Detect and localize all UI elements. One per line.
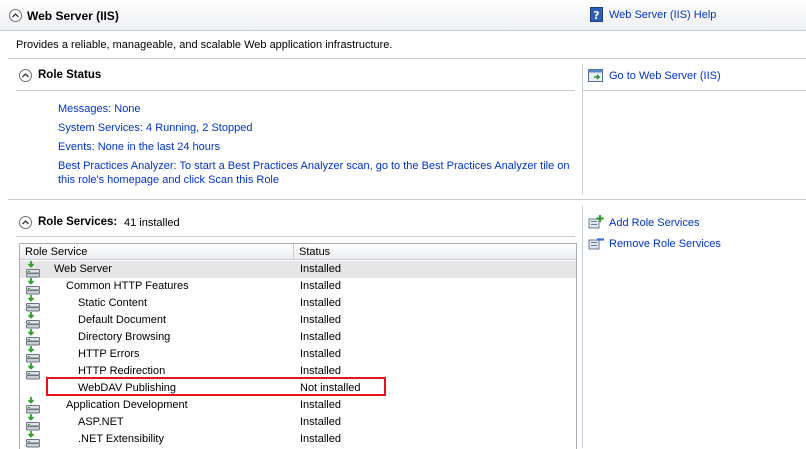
go-to-server-icon[interactable] <box>588 68 604 83</box>
installed-role-icon <box>25 363 41 380</box>
divider <box>16 90 575 91</box>
table-row[interactable]: Directory Browsing Installed <box>20 329 576 346</box>
column-header-role-service[interactable]: Role Service <box>20 244 294 260</box>
remove-role-services-link[interactable]: Remove Role Services <box>609 238 721 250</box>
installed-role-icon <box>25 346 41 363</box>
table-row[interactable]: Common HTTP Features Installed <box>20 278 576 295</box>
collapse-role-status-icon[interactable] <box>19 69 32 82</box>
role-service-status: Installed <box>300 365 341 377</box>
highlight-box <box>46 377 386 396</box>
role-status-title: Role Status <box>38 69 102 81</box>
table-row[interactable]: HTTP Errors Installed <box>20 346 576 363</box>
installed-role-icon <box>25 312 41 329</box>
divider <box>582 90 806 91</box>
add-role-services-icon[interactable] <box>588 214 605 230</box>
role-service-name: Default Document <box>78 314 167 326</box>
table-row[interactable]: Default Document Installed <box>20 312 576 329</box>
role-service-name: .NET Extensibility <box>78 433 164 445</box>
installed-role-icon <box>25 397 41 414</box>
go-to-web-server-link[interactable]: Go to Web Server (IIS) <box>609 70 721 82</box>
divider <box>16 236 575 237</box>
installed-role-icon <box>25 414 41 431</box>
remove-role-services-icon[interactable] <box>588 235 605 251</box>
svg-text:?: ? <box>593 9 599 22</box>
table-row[interactable]: ASP.NET Installed <box>20 414 576 431</box>
role-service-status: Installed <box>300 314 341 326</box>
page-title: Web Server (IIS) <box>27 9 119 23</box>
divider <box>582 206 583 448</box>
role-services-count: 41 installed <box>124 217 180 229</box>
role-services-table: Role Service Status Web Server Installed C… <box>19 243 577 449</box>
installed-role-icon <box>25 295 41 312</box>
role-service-status: Installed <box>300 399 341 411</box>
table-row[interactable]: Web Server Installed <box>20 261 576 278</box>
role-description: Provides a reliable, manageable, and sca… <box>16 39 393 51</box>
help-link[interactable]: Web Server (IIS) Help <box>609 9 716 21</box>
role-service-name: ASP.NET <box>78 416 124 428</box>
role-service-status: Installed <box>300 297 341 309</box>
table-row[interactable]: Application Development Installed <box>20 397 576 414</box>
column-header-status[interactable]: Status <box>294 244 576 260</box>
role-service-name: HTTP Errors <box>78 348 140 360</box>
table-row[interactable]: .NET Extensibility Installed <box>20 431 576 448</box>
installed-role-icon <box>25 329 41 346</box>
collapse-role-services-icon[interactable] <box>19 216 32 229</box>
system-services-link[interactable]: System Services: 4 Running, 2 Stopped <box>58 122 252 134</box>
role-service-status: Installed <box>300 331 341 343</box>
role-service-name: HTTP Redirection <box>78 365 166 377</box>
help-icon[interactable]: ? <box>590 7 603 22</box>
role-service-name: Application Development <box>66 399 188 411</box>
bpa-link-line2[interactable]: this role's homepage and click Scan this… <box>58 174 279 186</box>
installed-role-icon <box>25 431 41 448</box>
table-row[interactable]: Static Content Installed <box>20 295 576 312</box>
events-link[interactable]: Events: None in the last 24 hours <box>58 141 220 153</box>
add-role-services-link[interactable]: Add Role Services <box>609 217 700 229</box>
collapse-header-icon[interactable] <box>9 9 22 22</box>
role-services-title: Role Services: <box>38 216 118 228</box>
installed-role-icon <box>25 278 41 295</box>
role-service-status: Installed <box>300 348 341 360</box>
bpa-link-line1[interactable]: Best Practices Analyzer: To start a Best… <box>58 160 570 172</box>
role-service-status: Installed <box>300 433 341 445</box>
role-service-status: Installed <box>300 416 341 428</box>
messages-link[interactable]: Messages: None <box>58 103 141 115</box>
role-service-name: Web Server <box>54 263 112 275</box>
installed-role-icon <box>25 261 41 278</box>
divider <box>582 64 583 194</box>
role-service-status: Installed <box>300 263 341 275</box>
role-service-name: Directory Browsing <box>78 331 171 343</box>
role-service-name: Static Content <box>78 297 148 309</box>
role-service-status: Installed <box>300 280 341 292</box>
divider <box>8 199 806 200</box>
role-service-name: Common HTTP Features <box>66 280 189 292</box>
divider <box>8 58 806 59</box>
